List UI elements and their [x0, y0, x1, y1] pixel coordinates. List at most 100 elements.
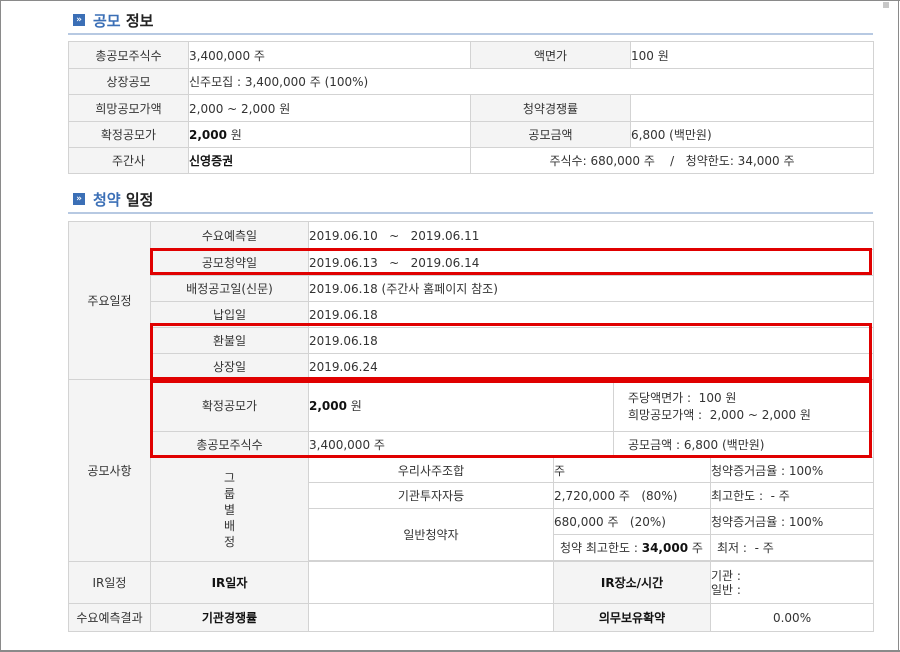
main-schedule-label: 주요일정	[68, 221, 151, 380]
scroll-corner	[883, 2, 889, 8]
lockup-value: 0.00%	[709, 603, 875, 632]
fixed-price-value: 2,000 원	[188, 121, 471, 148]
par-value-label: 액면가	[470, 41, 631, 69]
section-rule	[68, 212, 873, 214]
par-value-value: 100 원	[630, 41, 874, 69]
lockup-label: 의무보유확약	[553, 603, 711, 632]
hope-price-value: 2,000 ~ 2,000 원	[188, 94, 471, 122]
group-note: 청약증거금율 : 100%	[709, 508, 875, 535]
table-row: 주간사 신영증권 주식수: 680,000 주 / 청약한도: 34,000 주	[68, 147, 874, 174]
table-row: 상장일 2019.06.24	[69, 353, 875, 380]
section-rule	[68, 33, 873, 35]
schedule-label: 환불일	[150, 327, 309, 354]
underwriter-allotment: 주식수: 680,000 주 / 청약한도: 34,000 주	[470, 147, 874, 174]
hope-price-detail: 희망공모가액 : 2,000 ~ 2,000 원	[628, 407, 811, 422]
table-row: 공모청약일 2019.06.13 ~ 2019.06.14	[69, 249, 875, 276]
retail-limit: 청약 최고한도 : 34,000 주	[553, 534, 711, 561]
listing-offer-label: 상장공모	[68, 68, 189, 95]
table-row: 공모사항 확정공모가 2,000 원 주당액면가 : 100 원 희망공모가액 …	[68, 379, 875, 562]
group-note: 청약증거금율 : 100%	[709, 457, 875, 483]
ir-inst-line: 기관 :	[711, 568, 741, 583]
inst-competition-value	[308, 603, 554, 632]
competition-rate-label: 청약경쟁률	[470, 94, 631, 122]
competition-rate-value	[630, 94, 874, 122]
fixed-price-number: 2,000	[189, 128, 227, 142]
total-shares-label: 총공모주식수	[68, 41, 189, 69]
hope-price-label: 희망공모가액	[68, 94, 189, 122]
ir-place-value: 기관 : 일반 :	[709, 561, 875, 604]
retail-limit-unit: 주	[688, 541, 703, 555]
group-name: 우리사주조합	[308, 457, 554, 483]
table-row: 확정공모가 2,000 원 공모금액 6,800 (백만원)	[68, 121, 874, 148]
total-shares-label: 총공모주식수	[150, 431, 309, 458]
offering-matters-label: 공모사항	[68, 379, 151, 562]
offering-amount-label: 공모금액	[470, 121, 631, 148]
fixed-price-number: 2,000	[309, 399, 347, 413]
total-shares-value: 3,400,000 주	[188, 41, 471, 69]
ir-date-value	[308, 561, 554, 604]
offering-amount-value: 6,800 (백만원)	[630, 121, 874, 148]
schedule-value: 2019.06.10 ~ 2019.06.11	[307, 221, 875, 250]
retail-limit-number: 34,000	[641, 541, 689, 555]
group-note: 최고한도 : - 주	[709, 482, 875, 509]
schedule-label: 수요예측일	[150, 221, 309, 250]
ir-schedule-label: IR일정	[68, 561, 151, 604]
price-details: 주당액면가 : 100 원 희망공모가액 : 2,000 ~ 2,000 원	[612, 379, 875, 432]
ir-place-label: IR장소/시간	[553, 561, 711, 604]
ir-retail-line: 일반 :	[711, 582, 741, 597]
group-allocation-label: 그 룹 별 배 정	[150, 457, 309, 562]
subscription-table: 주요일정 수요예측일 2019.06.10 ~ 2019.06.11 공모청약일…	[68, 221, 875, 632]
table-row: 주요일정 수요예측일 2019.06.10 ~ 2019.06.11	[68, 221, 875, 380]
total-shares-value: 3,400,000 주	[308, 431, 614, 458]
window-border-right	[898, 0, 899, 652]
offering-info-title: 공모 정보	[93, 11, 154, 30]
ir-date-label: IR일자	[150, 561, 309, 604]
group-shares: 주	[553, 457, 711, 483]
table-row: 납입일 2019.06.18	[69, 301, 875, 328]
schedule-value: 2019.06.18	[307, 301, 875, 328]
subscription-title: 청약 일정	[93, 190, 154, 209]
fixed-price-label: 확정공모가	[68, 121, 189, 148]
offering-info-header: » 공모 정보	[73, 9, 153, 31]
retail-min: 최저 : - 주	[709, 534, 875, 561]
table-row: 총공모주식수 3,400,000 주 액면가 100 원	[68, 41, 874, 69]
section-bullet-icon: »	[73, 14, 85, 26]
group-shares: 2,720,000 주 (80%)	[553, 482, 711, 509]
schedule-label: 납입일	[150, 301, 309, 328]
table-row: 희망공모가액 2,000 ~ 2,000 원 청약경쟁률	[68, 94, 874, 122]
fixed-price-unit: 원	[226, 128, 242, 142]
table-row: 배정공고일(신문) 2019.06.18 (주간사 홈페이지 참조)	[69, 275, 875, 302]
fixed-price-label: 확정공모가	[150, 379, 309, 432]
demand-result-label: 수요예측결과	[68, 603, 151, 632]
table-row: IR일정 IR일자 IR장소/시간 기관 : 일반 :	[68, 561, 875, 604]
underwriter-label: 주간사	[68, 147, 189, 174]
fixed-price-unit: 원	[346, 399, 362, 413]
offering-amount-value: 공모금액 : 6,800 (백만원)	[612, 431, 875, 458]
table-row: 총공모주식수 3,400,000 주 공모금액 : 6,800 (백만원)	[69, 431, 875, 458]
listing-offer-value: 신주모집 : 3,400,000 주 (100%)	[188, 68, 874, 95]
group-name: 일반청약자	[308, 508, 554, 561]
table-row: 그 룹 별 배 정 우리사주조합 주 청약증거금율 : 100%	[69, 457, 875, 562]
underwriter-value: 신영증권	[188, 147, 471, 174]
offering-info-table: 총공모주식수 3,400,000 주 액면가 100 원 상장공모 신주모집 :…	[68, 41, 874, 174]
schedule-value: 2019.06.24	[307, 353, 875, 380]
table-row: 환불일 2019.06.18	[69, 327, 875, 354]
window-border-top	[0, 0, 900, 1]
schedule-label: 공모청약일	[150, 249, 309, 276]
fixed-price-value: 2,000 원	[308, 379, 614, 432]
par-value-detail: 주당액면가 : 100 원	[628, 390, 737, 405]
schedule-value: 2019.06.18 (주간사 홈페이지 참조)	[307, 275, 875, 302]
subscription-header: » 청약 일정	[73, 188, 153, 210]
group-shares: 680,000 주 (20%)	[553, 508, 711, 535]
table-row: 상장공모 신주모집 : 3,400,000 주 (100%)	[68, 68, 874, 95]
inst-competition-label: 기관경쟁률	[150, 603, 309, 632]
schedule-value: 2019.06.13 ~ 2019.06.14	[307, 249, 875, 276]
schedule-label: 배정공고일(신문)	[150, 275, 309, 302]
schedule-label: 상장일	[150, 353, 309, 380]
window-border-left	[0, 0, 1, 652]
section-bullet-icon: »	[73, 193, 85, 205]
retail-limit-label: 청약 최고한도 :	[560, 541, 642, 555]
schedule-value: 2019.06.18	[307, 327, 875, 354]
table-row: 수요예측결과 기관경쟁률 의무보유확약 0.00%	[68, 603, 875, 632]
group-name: 기관투자자등	[308, 482, 554, 509]
